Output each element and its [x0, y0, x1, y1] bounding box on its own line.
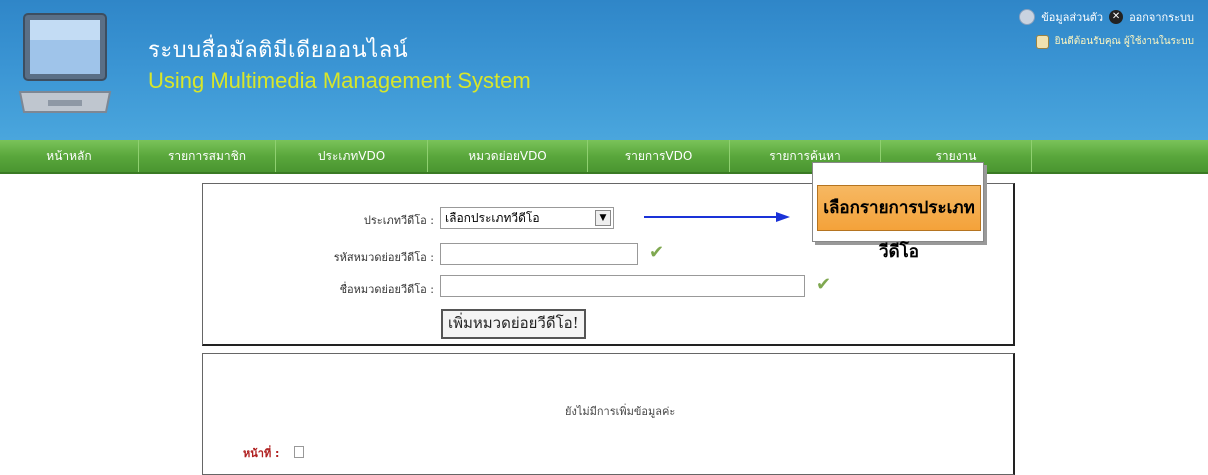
type-label: ประเภทวีดีโอ :	[363, 214, 434, 227]
nav-vdo-list[interactable]: รายการVDO	[588, 140, 730, 172]
arrow-right-icon	[644, 212, 790, 222]
main-nav: หน้าหลัก รายการสมาชิก ประเภทVDO หมวดย่อย…	[0, 140, 1208, 174]
add-subcategory-button[interactable]: เพิ่มหมวดย่อยวีดีโอ!	[441, 309, 586, 339]
page-label: หน้าที่ :	[243, 447, 280, 460]
check-icon: ✔	[816, 274, 832, 295]
logout-link[interactable]: ออกจากระบบ	[1129, 8, 1194, 26]
empty-message: ยังไม่มีการเพิ่มข้อมูลค่ะ	[565, 405, 676, 418]
nav-vdo-subcategory[interactable]: หมวดย่อยVDO	[428, 140, 588, 172]
profile-link[interactable]: ข้อมูลส่วนตัว	[1041, 8, 1103, 26]
header: ระบบสื่อมัลติมีเดียออนไลน์ Using Multime…	[0, 0, 1208, 140]
site-title-thai: ระบบสื่อมัลติมีเดียออนไลน์	[148, 38, 409, 63]
subcategory-code-input[interactable]	[440, 243, 638, 265]
name-label: ชื่อหมวดย่อยวีดีโอ :	[339, 283, 434, 296]
vdo-type-select-value: เลือกประเภทวีดีโอ	[445, 211, 540, 225]
callout-text: เลือกรายการประเภทวีดีโอ	[817, 185, 981, 262]
nav-home[interactable]: หน้าหลัก	[0, 140, 139, 172]
nav-vdo-type[interactable]: ประเภทVDO	[276, 140, 428, 172]
check-icon: ✔	[649, 242, 665, 263]
vdo-type-select[interactable]: เลือกประเภทวีดีโอ ▼	[440, 207, 614, 229]
callout-box: เลือกรายการประเภทวีดีโอ	[812, 162, 984, 262]
subcategory-name-input[interactable]	[440, 275, 805, 297]
user-menu: ข้อมูลส่วนตัว ✕ ออกจากระบบ ยินดีต้อนรับค…	[1019, 8, 1194, 57]
lock-icon	[1035, 34, 1049, 49]
chevron-down-icon[interactable]: ▼	[595, 210, 611, 226]
logout-icon[interactable]: ✕	[1109, 10, 1124, 24]
page-number[interactable]	[294, 446, 304, 458]
nav-members[interactable]: รายการสมาชิก	[139, 140, 276, 172]
login-info: ยินดีต้อนรับคุณ ผู้ใช้งานในระบบ	[1054, 36, 1194, 47]
site-title-english: Using Multimedia Management System	[148, 68, 531, 93]
laptop-icon	[18, 13, 112, 113]
user-icon	[1019, 9, 1036, 25]
code-label: รหัสหมวดย่อยวีดีโอ :	[333, 251, 434, 264]
